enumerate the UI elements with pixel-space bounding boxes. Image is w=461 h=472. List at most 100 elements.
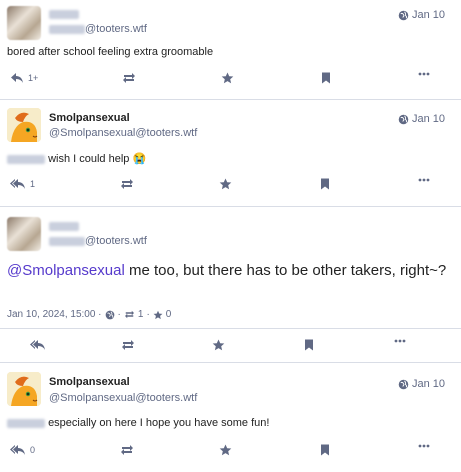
globe-icon [398,10,409,20]
avatar[interactable] [7,6,41,40]
reply-all-icon [10,179,25,189]
post-time[interactable]: Jan 10 [398,9,445,21]
star-icon [221,72,234,84]
redacted-mention [7,418,45,428]
boost-count[interactable]: 1 [138,309,144,320]
post-timestamp[interactable]: Jan 10, 2024, 15:00 · [7,309,102,320]
handle-domain: @tooters.wtf [85,23,147,35]
boost-button[interactable] [120,444,134,456]
status-post[interactable]: Smolpansexual @Smolpansexual@tooters.wtf… [0,104,461,204]
divider [0,99,461,100]
more-icon [418,72,430,76]
action-bar: 1+ [0,72,461,88]
globe-icon [398,379,409,389]
reply-button[interactable]: 1+ [10,72,38,84]
globe-icon [398,114,409,124]
more-button[interactable] [418,444,430,448]
bookmark-button[interactable] [320,178,330,190]
time-label: Jan 10 [411,378,445,390]
reply-button[interactable]: 0 [10,444,35,456]
favourite-button[interactable] [212,339,225,351]
favourite-button[interactable] [219,178,232,190]
action-bar: 1 [0,178,461,194]
handle-domain: @tooters.wtf [85,235,147,247]
focused-status-post[interactable]: @tooters.wtf @Smolpansexual me too, but … [0,210,461,358]
reply-button[interactable]: 1 [10,178,35,190]
bookmark-icon [305,339,313,351]
boost-icon [121,445,133,455]
reply-all-icon [30,340,45,350]
divider [0,328,461,329]
author-handle[interactable] [49,8,79,20]
redacted-username [49,24,85,34]
boost-icon [124,310,134,319]
mention-link[interactable]: @Smolpansexual [7,262,125,279]
bookmark-button[interactable] [304,339,314,351]
author-handle[interactable]: @Smolpansexual@tooters.wtf [49,392,197,404]
boost-icon [122,340,134,350]
divider [0,206,461,207]
favourite-button[interactable] [221,72,234,84]
star-icon [219,178,232,190]
reply-button[interactable] [30,339,46,351]
post-time[interactable]: Jan 10 [398,378,445,390]
status-post[interactable]: @tooters.wtf Jan 10 bored after school f… [0,0,461,98]
reply-all-icon [10,445,25,455]
bookmark-icon [321,178,329,190]
post-content: especially on here I hope you have some … [7,417,269,429]
action-bar: 0 [0,444,461,460]
post-text: me too, but there has to be other takers… [124,262,447,279]
redacted-name [49,9,79,19]
post-content: @Smolpansexual me too, but there has to … [7,260,447,281]
action-bar [0,339,461,355]
bookmark-button[interactable] [321,72,331,84]
status-post[interactable]: Smolpansexual @Smolpansexual@tooters.wtf… [0,366,461,472]
author-handle[interactable] [49,220,79,232]
more-button[interactable] [418,72,430,76]
reply-icon [11,73,23,83]
pony-avatar-image [7,372,41,406]
more-button[interactable] [418,178,430,182]
boost-button[interactable] [121,339,135,351]
avatar[interactable] [7,108,41,142]
author-name[interactable]: Smolpansexual [49,112,130,124]
post-content: bored after school feeling extra groomab… [7,46,214,58]
author-name[interactable]: Smolpansexual [49,376,130,388]
author-handle[interactable]: @tooters.wtf [49,23,147,35]
star-icon [219,444,232,456]
boost-button[interactable] [122,72,136,84]
post-time[interactable]: Jan 10 [398,113,445,125]
post-text: wish I could help 😭 [48,153,147,165]
boost-icon [121,179,133,189]
more-icon [394,339,406,343]
favourite-button[interactable] [219,444,232,456]
more-icon [418,444,430,448]
post-text: especially on here I hope you have some … [48,417,270,429]
author-handle[interactable]: @tooters.wtf [49,235,147,247]
pony-avatar-image [7,108,41,142]
avatar[interactable] [7,217,41,251]
star-icon [153,310,163,319]
more-button[interactable] [394,339,406,343]
boost-icon [123,73,135,83]
reply-count: 0 [30,445,36,455]
divider [0,362,461,363]
reply-count: 1 [30,179,36,189]
reply-count: 1+ [28,73,39,83]
post-content: wish I could help 😭 [7,152,146,165]
redacted-name [49,221,79,231]
timeline: @tooters.wtf Jan 10 bored after school f… [0,0,461,472]
bookmark-button[interactable] [320,444,330,456]
more-icon [418,178,430,182]
time-label: Jan 10 [411,113,445,125]
time-label: Jan 10 [411,9,445,21]
post-meta: Jan 10, 2024, 15:00 · · 1 · 0 [7,309,171,320]
avatar[interactable] [7,372,41,406]
meta-separator: · [117,309,121,320]
redacted-mention [7,154,45,164]
favourite-count[interactable]: 0 [166,309,172,320]
author-handle[interactable]: @Smolpansexual@tooters.wtf [49,127,197,139]
boost-button[interactable] [120,178,134,190]
redacted-username [49,236,85,246]
bookmark-icon [321,444,329,456]
